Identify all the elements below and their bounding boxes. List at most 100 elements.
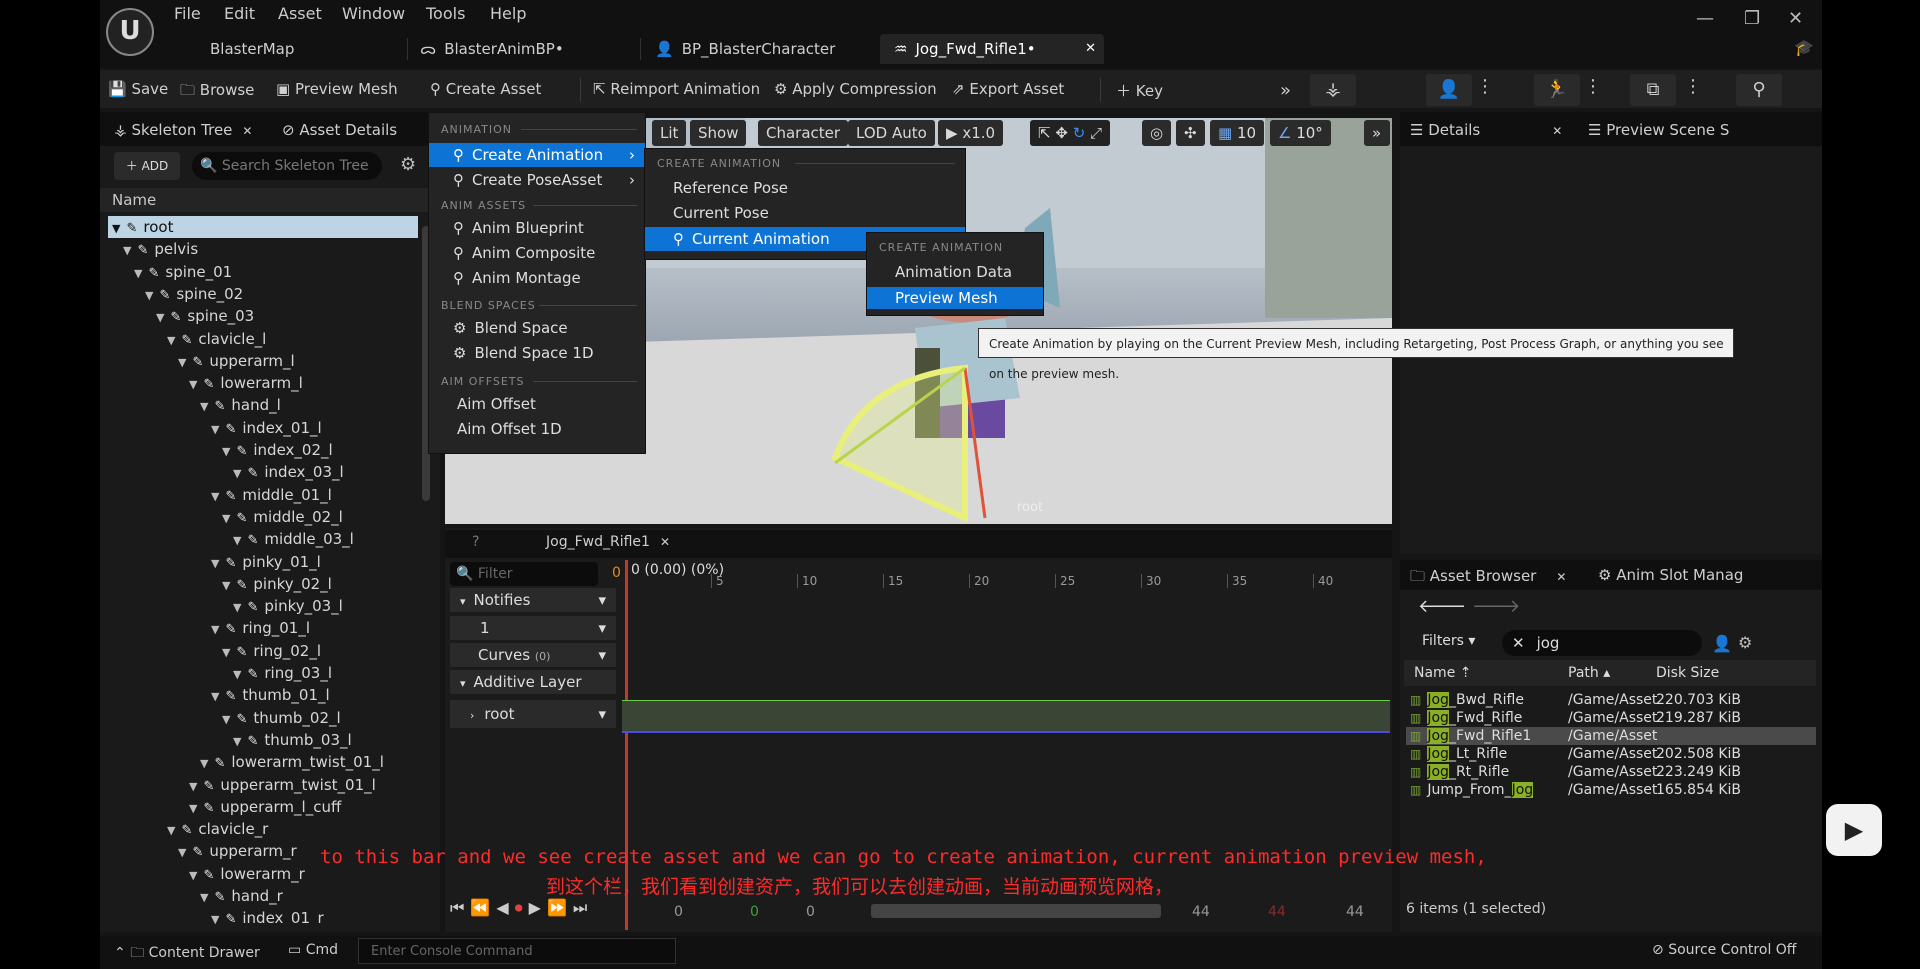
expand-arrow-icon[interactable]: ▼ [200,891,208,904]
step-back-icon[interactable]: ⏪ [470,898,496,917]
column-name[interactable]: Name ⇡ [1414,665,1472,681]
view-end[interactable]: 44 [1346,904,1364,920]
dropdown-arrow-icon[interactable]: ▾ [598,588,606,612]
close-tab-icon[interactable]: ✕ [1552,124,1562,138]
expand-arrow-icon[interactable]: ▼ [167,334,175,347]
playback-speed-button[interactable]: ▶ x1.0 [938,120,1004,146]
expand-arrow-icon[interactable]: ▼ [222,445,230,458]
blend-space-1d-item[interactable]: ⚙ Blend Space 1D [453,344,594,362]
bone-row[interactable]: ▼ ✎ index_01_r [211,907,324,924]
preview-mesh-button[interactable]: ▣ Preview Mesh [276,80,398,98]
add-button[interactable]: ＋ ADD [114,152,180,180]
expand-arrow-icon[interactable]: ▼ [178,356,186,369]
bone-row[interactable]: ▼ ✎ pinky_01_l [211,551,321,573]
blueprint-options-icon[interactable]: ⋮ [1684,76,1702,97]
bone-row[interactable]: ▼ ✎ upperarm_l_cuff [189,796,341,818]
blueprint-mode-icon[interactable]: ⧉ [1630,74,1676,106]
menu-tools[interactable]: Tools [426,4,465,23]
close-window-button[interactable]: ✕ [1788,8,1803,29]
maximize-button[interactable]: ❐ [1744,8,1760,29]
skip-end-icon[interactable]: ⏭ [573,898,593,917]
expand-arrow-icon[interactable]: ▼ [233,467,241,480]
asset-row[interactable]: ▥ Jog_Fwd_Rifle/Game/Asset 219.287 KiB [1410,709,1816,727]
additive-layer-tracks[interactable]: ▾Additive Layer Tracks [450,670,616,717]
bone-row[interactable]: ▼ ✎ pelvis [123,238,198,260]
expand-arrow-icon[interactable]: ▼ [112,222,120,235]
show-button[interactable]: Show [690,120,747,146]
anim-blueprint-item[interactable]: ⚲ Anim Blueprint [453,219,584,237]
play-reverse-icon[interactable]: ◀ [496,898,514,917]
asset-row[interactable]: ▥ Jog_Bwd_Rifle/Game/Asset 220.703 KiB [1410,691,1816,709]
column-disk-size[interactable]: Disk Size [1656,665,1719,681]
tab-asset-browser[interactable]: 🗀 Asset Browser ✕ [1410,566,1566,591]
bone-row[interactable]: ▼ ✎ root [112,216,173,238]
viewport-overflow-icon[interactable]: » [1364,120,1390,146]
reference-pose-item[interactable]: Reference Pose [673,179,788,197]
bone-row[interactable]: ▼ ✎ upperarm_r [178,840,297,862]
menu-asset[interactable]: Asset [278,4,322,23]
gear-icon[interactable]: ⚙ [1738,633,1752,652]
cmd-button[interactable]: ▭ Cmd [288,942,338,958]
expand-arrow-icon[interactable]: ▼ [222,579,230,592]
close-tab-icon[interactable]: ✕ [660,535,670,549]
animation-options-icon[interactable]: ⋮ [1584,76,1602,97]
skeleton-mode-icon[interactable]: ⚶ [1310,74,1356,106]
tab-preview-scene[interactable]: ☰ Preview Scene S [1588,121,1729,139]
tab-blastermap[interactable]: BlasterMap [210,34,330,64]
surface-snap-icon[interactable]: ✣ [1176,120,1205,146]
skip-start-icon[interactable]: ⏮ [450,898,470,917]
expand-arrow-icon[interactable]: ▼ [211,557,219,570]
column-path[interactable]: Path ▴ [1568,665,1610,681]
expand-arrow-icon[interactable]: ▼ [200,400,208,413]
preview-mesh-item[interactable]: Preview Mesh [867,287,1043,309]
expand-arrow-icon[interactable]: ▼ [222,512,230,525]
expand-arrow-icon[interactable]: ▼ [222,646,230,659]
asset-row[interactable]: ▥ Jump_From_Jog/Game/Asset 165.854 KiB [1410,781,1816,799]
expand-arrow-icon[interactable]: ▼ [211,690,219,703]
dropdown-arrow-icon[interactable]: ▾ [598,643,606,667]
selection-start[interactable]: 0 [750,904,759,920]
physics-mode-icon[interactable]: ⚲ [1736,74,1782,106]
play-icon[interactable]: ▶ [529,898,547,917]
save-button[interactable]: 💾 Save [108,80,168,98]
asset-row[interactable]: ▥ Jog_Rt_Rifle/Game/Asset 223.249 KiB [1410,763,1816,781]
scale-icon[interactable]: ⤢ [1090,124,1102,142]
skeleton-search-input[interactable]: 🔍 Search Skeleton Tree [192,152,382,180]
range-end[interactable]: 44 [1192,904,1210,920]
bone-row[interactable]: ▼ ✎ middle_03_l [233,528,354,550]
curves-track[interactable]: Curves (0) ▾ [450,643,616,667]
tab-details[interactable]: ☰ Details ✕ [1410,121,1562,139]
expand-arrow-icon[interactable]: ▼ [156,311,164,324]
move-icon[interactable]: ✥ [1055,124,1072,142]
user-icon[interactable]: 👤 [1712,634,1732,653]
content-drawer-button[interactable]: ⌃ 🗀 Content Drawer [114,942,260,966]
character-button[interactable]: Character [758,120,849,146]
lod-button[interactable]: LOD Auto [848,120,935,146]
bone-row[interactable]: ▼ ✎ spine_01 [134,261,232,283]
current-frame[interactable]: 0 [806,904,815,920]
grid-snap-button[interactable]: ▦ 10 [1210,120,1265,146]
clear-search-icon[interactable]: ✕ [1512,634,1525,652]
dropdown-arrow-icon[interactable]: ▾ [598,616,606,640]
dropdown-arrow-icon[interactable]: ▾ [598,700,606,728]
mesh-options-icon[interactable]: ⋮ [1476,76,1494,97]
menu-edit[interactable]: Edit [224,4,255,23]
unreal-logo[interactable]: U [106,8,154,56]
bone-row[interactable]: ▼ ✎ index_03_l [233,461,344,483]
expand-arrow-icon[interactable]: ▼ [178,846,186,859]
source-control-button[interactable]: ⊘ Source Control Off [1652,942,1796,958]
angle-snap-button[interactable]: ∠ 10° [1270,120,1331,146]
expand-arrow-icon[interactable]: ▼ [233,735,241,748]
filters-button[interactable]: Filters ▾ [1422,633,1475,649]
mesh-mode-icon[interactable]: 👤 [1426,74,1472,106]
expand-arrow-icon[interactable]: ▼ [189,378,197,391]
tab-anim-slot-manager[interactable]: ⚙ Anim Slot Manag [1598,566,1743,584]
expand-arrow-icon[interactable]: ▼ [189,780,197,793]
video-player-badge-icon[interactable]: ▶ [1826,804,1882,856]
expand-arrow-icon[interactable]: ▼ [200,757,208,770]
expand-arrow-icon[interactable]: ▼ [211,490,219,503]
menu-window[interactable]: Window [342,4,405,23]
expand-arrow-icon[interactable]: ▼ [189,802,197,815]
bone-row[interactable]: ▼ ✎ upperarm_twist_01_l [189,774,376,796]
bone-row[interactable]: ▼ ✎ middle_01_l [211,484,332,506]
